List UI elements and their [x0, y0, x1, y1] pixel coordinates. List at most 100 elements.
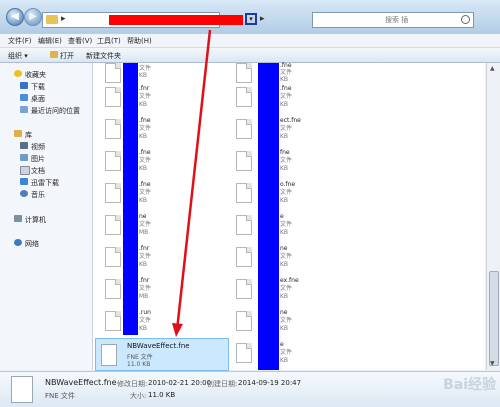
file-name: ne — [280, 245, 288, 252]
nav-label: 音乐 — [31, 191, 45, 199]
file-type: 文件 — [280, 93, 293, 100]
nav-pictures[interactable]: 图片 — [0, 153, 92, 163]
nav-label: 图片 — [31, 155, 45, 163]
music-icon — [20, 190, 28, 197]
file-icon — [105, 279, 121, 299]
file-size: KB — [139, 197, 148, 204]
nav-thunder-downloads[interactable]: 迅雷下载 — [0, 177, 92, 187]
back-button[interactable]: ◀ — [6, 8, 24, 26]
file-name: ex.fne — [280, 277, 299, 284]
file-type: 文件 — [280, 285, 293, 292]
detail-modified-label: 修改日期: — [117, 380, 148, 388]
nav-videos[interactable]: 视频 — [0, 141, 92, 151]
file-icon — [236, 311, 252, 331]
nav-documents[interactable]: 文档 — [0, 165, 92, 175]
file-list[interactable]: 文件 KB .fnr 文件 KB .fne 文件 KB .fne 文件 KB .… — [93, 62, 485, 370]
file-size: KB — [139, 325, 148, 332]
computer-icon — [14, 215, 22, 222]
address-toolbar: ◀ ▶ ▸ ▾ ▸ 搜索 插 — [0, 0, 500, 33]
detail-created-label: 创建日期: — [207, 380, 238, 388]
file-size: KB — [280, 325, 289, 332]
path-dropdown-button[interactable]: ▾ — [245, 13, 257, 25]
network-icon — [14, 239, 22, 246]
file-type: 文件 — [280, 157, 293, 164]
file-icon — [236, 119, 252, 139]
file-icon — [11, 376, 33, 403]
scroll-up-icon[interactable]: ▲ — [490, 65, 495, 72]
nav-favorites[interactable]: 收藏夹 — [0, 69, 92, 79]
nav-music[interactable]: 音乐 — [0, 189, 92, 199]
forward-button[interactable]: ▶ — [24, 8, 42, 26]
search-input[interactable]: 搜索 插 — [312, 12, 474, 28]
new-folder-button[interactable]: 新建文件夹 — [86, 51, 121, 61]
breadcrumb-separator: ▸ — [61, 14, 66, 24]
file-size: KB — [280, 133, 289, 140]
file-name: ect.fne — [280, 117, 301, 124]
file-name: e — [280, 341, 284, 348]
file-name: .run — [139, 309, 151, 316]
file-icon — [236, 151, 252, 171]
file-name: .fnr — [139, 245, 150, 252]
nav-computer[interactable]: 计算机 — [0, 214, 92, 224]
address-bar[interactable]: ▸ ▾ ▸ — [42, 12, 265, 28]
detail-created: 2014-09-19 20:47 — [238, 379, 302, 387]
nav-libraries[interactable]: 库 — [0, 129, 92, 139]
documents-icon — [20, 166, 30, 175]
file-icon — [105, 151, 121, 171]
menu-edit[interactable]: 编辑(E) — [38, 36, 62, 46]
vertical-scrollbar[interactable]: ▲ ▼ — [486, 63, 500, 370]
file-name: o.fne — [280, 181, 296, 188]
file-name: fne — [280, 149, 290, 156]
pictures-icon — [20, 154, 28, 161]
file-type: 文件 — [280, 253, 293, 260]
file-icon — [236, 247, 252, 267]
nav-label: 下载 — [31, 83, 45, 91]
file-icon — [105, 311, 121, 331]
menu-tools[interactable]: 工具(T) — [97, 36, 121, 46]
file-name: .fne — [280, 85, 292, 92]
redacted-path — [109, 15, 243, 25]
details-pane: NBWaveEffect.fne 修改日期: 2010-02-21 20:00 … — [0, 371, 500, 407]
file-name: .fne — [139, 149, 151, 156]
scroll-thumb[interactable] — [489, 271, 499, 366]
file-type: 文件 — [139, 157, 152, 164]
library-icon — [14, 130, 22, 137]
open-button[interactable]: 打开 — [60, 51, 74, 61]
nav-downloads[interactable]: 下载 — [0, 81, 92, 91]
file-name: ne — [139, 213, 147, 220]
detail-size-label: 大小: — [130, 392, 147, 400]
file-type: 文件 — [139, 253, 152, 260]
file-icon — [236, 63, 252, 83]
navigation-pane: 收藏夹 下载 桌面 最近访问的位置 库 视频 图片 文档 迅雷下载 音乐 计算机… — [0, 63, 93, 370]
file-size: KB — [280, 197, 289, 204]
file-icon — [236, 183, 252, 203]
desktop-icon — [20, 94, 28, 101]
nav-recent[interactable]: 最近访问的位置 — [0, 105, 92, 115]
file-size: KB — [280, 261, 289, 268]
file-icon — [105, 87, 121, 107]
folder-icon — [46, 15, 58, 24]
scroll-down-icon[interactable]: ▼ — [490, 360, 495, 367]
selected-file-item[interactable]: NBWaveEffect.fne FNE 文件 11.0 KB — [95, 338, 229, 371]
nav-desktop[interactable]: 桌面 — [0, 93, 92, 103]
nav-label: 库 — [25, 131, 32, 139]
file-name: ne — [280, 309, 288, 316]
menu-bar: 文件(F) 编辑(E) 查看(V) 工具(T) 帮助(H) — [0, 34, 500, 48]
file-size: KB — [139, 133, 148, 140]
nav-network[interactable]: 网络 — [0, 238, 92, 248]
nav-label: 视频 — [31, 143, 45, 151]
file-size: KB — [280, 357, 289, 364]
organize-button[interactable]: 组织 ▾ — [8, 51, 28, 61]
redaction-bar — [123, 63, 138, 335]
search-icon[interactable] — [461, 15, 470, 24]
file-size: KB — [139, 165, 148, 172]
command-bar: 组织 ▾ 打开 新建文件夹 — [0, 48, 500, 63]
file-type: 文件 — [139, 189, 152, 196]
watermark-logo: Bai经验 — [443, 377, 496, 393]
file-icon — [105, 119, 121, 139]
menu-view[interactable]: 查看(V) — [68, 36, 92, 46]
menu-help[interactable]: 帮助(H) — [127, 36, 152, 46]
file-size: KB — [139, 72, 148, 79]
breadcrumb-separator: ▸ — [260, 14, 265, 24]
menu-file[interactable]: 文件(F) — [8, 36, 32, 46]
